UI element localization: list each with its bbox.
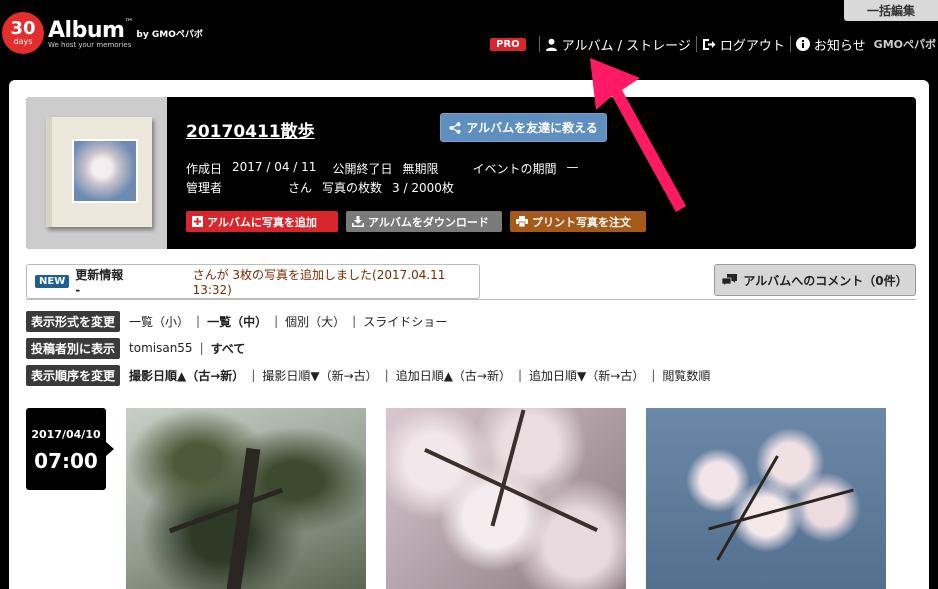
main-content: 20170411散歩 アルバムを友達に教える 作成日 2017 / 04 / 1…	[9, 80, 929, 589]
album-book-image	[46, 117, 152, 227]
download-icon	[352, 216, 364, 227]
gmo-pepabo-logo[interactable]: GMOペパボ	[874, 36, 936, 52]
photo-thumbnail[interactable]	[646, 408, 886, 589]
logo-tagline: We host your memories	[48, 40, 132, 49]
event-label: イベントの期間	[472, 162, 557, 176]
news-label: 更新情報 -	[75, 268, 124, 297]
new-badge: NEW	[35, 275, 70, 288]
photo-time: 07:00	[34, 449, 98, 473]
share-icon	[449, 121, 461, 134]
poster-tomisan55[interactable]: tomisan55	[129, 341, 193, 355]
album-meta-owner: 管理者 さん 写真の枚数 3 / 2000枚	[186, 179, 454, 196]
display-format-row: 表示形式を変更 一覧（小） | 一覧（中） | 個別（大） | スライドショー	[26, 310, 447, 332]
logo-text: Album™by GMOペパボ We host your memories	[48, 18, 203, 49]
created-value: 2017 / 04 / 11	[232, 160, 317, 174]
display-format-label: 表示形式を変更	[26, 310, 121, 332]
nav-divider	[695, 36, 697, 52]
news-message: さんが 3枚の写真を追加しました(2017.04.11 13:32)	[192, 268, 446, 297]
bulk-edit-button[interactable]: 一括編集	[844, 0, 938, 21]
top-bar: 30 days Album™by GMOペパボ We host your mem…	[0, 0, 938, 80]
sort-views[interactable]: 閲覧数順	[662, 367, 710, 384]
annotation-arrow	[590, 58, 686, 212]
header-nav: PRO アルバム / ストレージ ログアウト お知らせ GMOペパボ	[490, 34, 938, 54]
end-label: 公開終了日	[332, 162, 393, 176]
photo-thumbnail[interactable]	[386, 408, 626, 589]
photo-detail	[716, 455, 779, 561]
nav-album-storage[interactable]: アルバム / ストレージ	[545, 35, 691, 54]
logo-name: Album	[48, 17, 125, 43]
poster-filter-label: 投稿者別に表示	[26, 337, 121, 359]
divider	[26, 299, 916, 300]
add-photos-label: アルバムに写真を追加	[207, 215, 317, 229]
download-label: アルバムをダウンロード	[368, 215, 489, 229]
comment-icon	[722, 273, 738, 287]
sort-shot-desc[interactable]: 撮影日順▼（新→古）	[262, 367, 377, 384]
option-separator: |	[199, 341, 204, 355]
photo-detail	[708, 488, 854, 531]
option-separator: |	[518, 368, 523, 382]
logo-by: by GMOペパボ	[136, 29, 203, 40]
poster-all[interactable]: すべて	[211, 340, 246, 357]
logo-number: 30	[10, 18, 36, 39]
poster-filter-row: 投稿者別に表示 tomisan55 | すべて	[26, 337, 246, 359]
comments-label: アルバムへのコメント（0件）	[743, 273, 908, 288]
user-icon	[545, 38, 558, 51]
sort-added-asc[interactable]: 追加日順▲（古→新）	[396, 367, 511, 384]
logout-icon	[702, 38, 716, 51]
created-label: 作成日	[186, 162, 223, 176]
view-list-medium[interactable]: 一覧（中）	[207, 313, 267, 330]
print-icon	[516, 216, 528, 227]
nav-label: お知らせ	[813, 38, 866, 54]
photo-thumbnail[interactable]	[126, 408, 366, 589]
album-cover[interactable]	[26, 97, 167, 249]
photo-detail	[490, 409, 526, 527]
option-separator: |	[274, 314, 279, 328]
option-separator: |	[352, 314, 357, 328]
site-logo[interactable]: 30 days Album™by GMOペパボ We host your mem…	[2, 12, 203, 54]
photos-value: 3 / 2000枚	[392, 181, 454, 195]
event-value: —	[566, 160, 579, 174]
sort-shot-asc[interactable]: 撮影日順▲（古→新）	[129, 367, 244, 384]
album-comments-button[interactable]: アルバムへのコメント（0件）	[714, 264, 916, 296]
nav-label: アルバム / ストレージ	[561, 38, 691, 54]
option-separator: |	[196, 314, 201, 328]
album-cover-photo	[72, 139, 138, 203]
download-album-button[interactable]: アルバムをダウンロード	[346, 211, 502, 232]
album-title[interactable]: 20170411散歩	[186, 117, 315, 142]
option-separator: |	[651, 368, 656, 382]
logo-unit: days	[13, 37, 33, 46]
view-individual-large[interactable]: 個別（大）	[285, 313, 345, 330]
view-list-small[interactable]: 一覧（小）	[129, 313, 189, 330]
nav-label: ログアウト	[719, 38, 785, 54]
option-separator: |	[251, 368, 256, 382]
album-meta-dates: 作成日 2017 / 04 / 11 公開終了日 無期限 イベントの期間 —	[186, 160, 578, 177]
admin-label: 管理者	[186, 181, 223, 195]
nav-divider	[538, 36, 540, 52]
news-box: NEW 更新情報 - さんが 3枚の写真を追加しました(2017.04.11 1…	[26, 264, 480, 299]
sort-added-desc[interactable]: 追加日順▼（新→古）	[529, 367, 644, 384]
nav-divider	[789, 36, 791, 52]
pro-badge[interactable]: PRO	[490, 37, 526, 51]
info-icon	[795, 37, 810, 51]
sort-order-label: 表示順序を変更	[26, 364, 121, 386]
photos-label: 写真の枚数	[322, 181, 383, 195]
photo-detail	[168, 487, 284, 534]
logo-badge: 30 days	[2, 12, 44, 54]
option-separator: |	[384, 368, 389, 382]
share-label: アルバムを友達に教える	[466, 121, 598, 135]
view-slideshow[interactable]: スライドショー	[363, 313, 447, 330]
plus-icon	[192, 216, 203, 227]
sort-order-row: 表示順序を変更 撮影日順▲（古→新） | 撮影日順▼（新→古） | 追加日順▲（…	[26, 364, 710, 386]
end-value: 無期限	[402, 162, 439, 176]
nav-logout[interactable]: ログアウト	[702, 35, 785, 54]
add-photos-button[interactable]: アルバムに写真を追加	[186, 211, 338, 232]
admin-value: さん	[288, 181, 313, 195]
photo-detail	[225, 447, 261, 589]
nav-notices[interactable]: お知らせ	[795, 35, 866, 54]
photo-date-badge: 2017/04/10 07:00	[26, 408, 114, 490]
album-header: 20170411散歩 アルバムを友達に教える 作成日 2017 / 04 / 1…	[26, 97, 916, 249]
logo-tm: ™	[124, 17, 134, 28]
photo-date: 2017/04/10	[31, 428, 101, 441]
